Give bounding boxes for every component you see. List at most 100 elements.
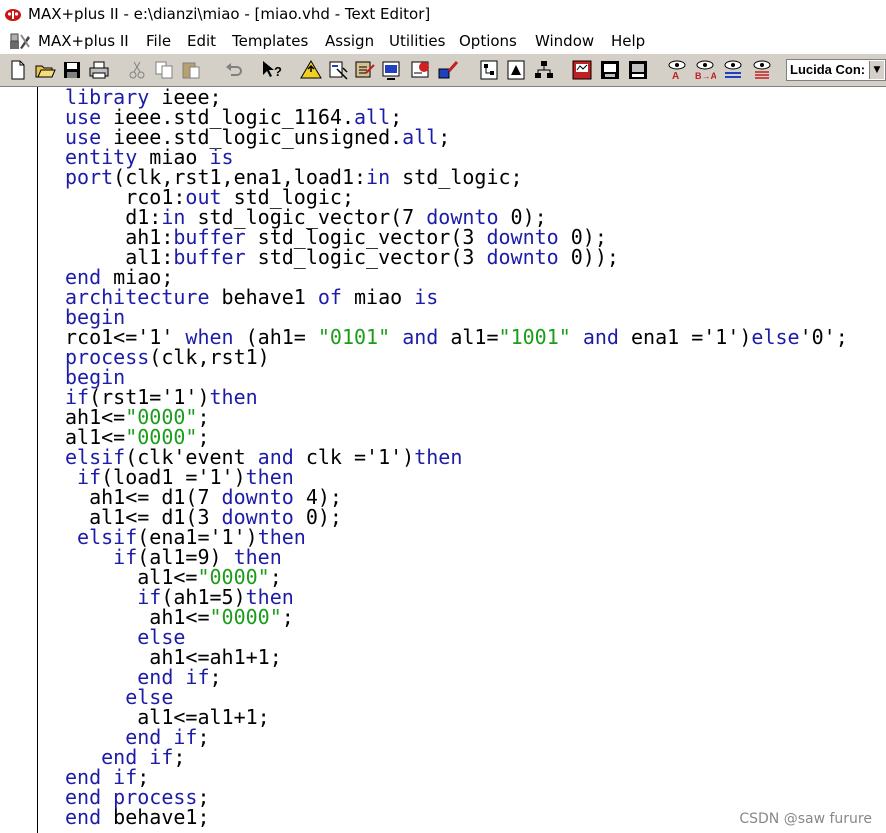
code-text: std_logic_vector(3 bbox=[245, 245, 487, 269]
code-line[interactable]: if(al1=9) then bbox=[65, 547, 282, 567]
menu-bar: MAX+plus II File Edit Templates Assign U… bbox=[0, 29, 886, 53]
code-line[interactable]: elsif(ena1='1')then bbox=[65, 527, 306, 547]
code-keyword: if bbox=[185, 665, 210, 689]
code-line[interactable]: al1<= d1(3 downto 0); bbox=[65, 507, 342, 527]
menu-help[interactable]: Help bbox=[611, 32, 645, 50]
menu-templates[interactable]: Templates bbox=[232, 32, 308, 50]
code-line[interactable]: process(clk,rst1) bbox=[65, 347, 270, 367]
editor-margin bbox=[0, 87, 38, 833]
timing-analyzer-icon[interactable] bbox=[599, 59, 621, 81]
code-line[interactable]: rco1:out std_logic; bbox=[65, 187, 354, 207]
save-simulate-icon[interactable] bbox=[410, 59, 432, 81]
code-line[interactable]: port(clk,rst1,ena1,load1:in std_logic; bbox=[65, 167, 523, 187]
code-line[interactable]: entity miao is bbox=[65, 147, 234, 167]
code-line[interactable]: al1:buffer std_logic_vector(3 downto 0))… bbox=[65, 247, 619, 267]
code-line[interactable]: else bbox=[65, 627, 185, 647]
maxplus-app-icon bbox=[4, 7, 22, 21]
context-help-icon[interactable]: ? bbox=[261, 59, 283, 81]
font-select[interactable]: Lucida Con: ▼ bbox=[786, 59, 886, 81]
code-line[interactable]: use ieee.std_logic_1164.all; bbox=[65, 107, 402, 127]
code-line[interactable]: d1:in std_logic_vector(7 downto 0); bbox=[65, 207, 546, 227]
code-line[interactable]: ah1<="0000"; bbox=[65, 407, 210, 427]
code-line[interactable]: end behave1; bbox=[65, 807, 210, 827]
find-node-icon[interactable] bbox=[722, 59, 744, 81]
code-line[interactable]: end if; bbox=[65, 747, 185, 767]
code-line[interactable]: if(load1 ='1')then bbox=[65, 467, 294, 487]
hierarchy-up-icon[interactable] bbox=[300, 59, 322, 81]
find-replace-icon[interactable]: B→A bbox=[694, 59, 716, 81]
code-text: ; bbox=[173, 745, 186, 769]
menu-maxplus[interactable]: MAX+plus II bbox=[38, 32, 129, 50]
menu-file[interactable]: File bbox=[146, 32, 171, 50]
paste-icon[interactable] bbox=[180, 59, 202, 81]
system-menu-icon[interactable] bbox=[8, 32, 32, 50]
new-file-icon[interactable] bbox=[7, 59, 29, 81]
code-keyword: end bbox=[65, 805, 102, 829]
text-editor[interactable]: library ieee; use ieee.std_logic_1164.all… bbox=[0, 87, 886, 833]
font-select-value: Lucida Con: bbox=[790, 62, 866, 77]
floorplan-icon[interactable] bbox=[505, 59, 527, 81]
code-keyword: of bbox=[317, 285, 342, 309]
find-text-icon[interactable]: A bbox=[666, 59, 688, 81]
code-line[interactable]: end if; bbox=[65, 727, 209, 747]
menu-edit[interactable]: Edit bbox=[187, 32, 216, 50]
simulator-icon[interactable] bbox=[571, 59, 593, 81]
find-error-icon[interactable] bbox=[751, 59, 773, 81]
code-line[interactable]: al1<=al1+1; bbox=[65, 707, 269, 727]
code-line[interactable]: else bbox=[65, 687, 173, 707]
title-bar: MAX+plus II - e:\dianzi\miao - [miao.vhd… bbox=[0, 0, 886, 29]
save-icon[interactable] bbox=[61, 59, 83, 81]
open-file-icon[interactable] bbox=[34, 59, 56, 81]
code-line[interactable]: begin bbox=[65, 367, 125, 387]
code-area[interactable]: library ieee; use ieee.std_logic_1164.all… bbox=[38, 87, 886, 833]
code-line[interactable]: if(rst1='1')then bbox=[65, 387, 258, 407]
code-keyword: then bbox=[414, 445, 463, 469]
code-line[interactable]: ah1:buffer std_logic_vector(3 downto 0); bbox=[65, 227, 607, 247]
menu-assign[interactable]: Assign bbox=[325, 32, 374, 50]
menu-options[interactable]: Options bbox=[459, 32, 517, 50]
code-line[interactable]: if(ah1=5)then bbox=[65, 587, 294, 607]
print-icon[interactable] bbox=[88, 59, 110, 81]
code-line[interactable]: end process; bbox=[65, 787, 210, 807]
code-line[interactable]: al1<="0000"; bbox=[65, 567, 282, 587]
code-keyword: else bbox=[751, 325, 800, 349]
code-line[interactable]: al1<="0000"; bbox=[65, 427, 210, 447]
menu-window[interactable]: Window bbox=[535, 32, 594, 50]
code-string: "0000" bbox=[209, 605, 282, 629]
code-line[interactable]: end if; bbox=[65, 665, 221, 689]
code-text: '0'; bbox=[799, 325, 848, 349]
code-keyword: in bbox=[366, 165, 391, 189]
code-line[interactable]: ah1<= d1(7 downto 4); bbox=[65, 487, 342, 507]
code-line[interactable]: use ieee.std_logic_unsigned.all; bbox=[65, 127, 450, 147]
code-line[interactable]: end miao; bbox=[65, 267, 173, 287]
code-text: std_logic; bbox=[390, 165, 523, 189]
start-compile-icon[interactable] bbox=[437, 59, 459, 81]
menu-utilities[interactable]: Utilities bbox=[389, 32, 445, 50]
save-check-icon[interactable] bbox=[354, 59, 376, 81]
code-line[interactable]: ah1<="0000"; bbox=[65, 607, 294, 627]
code-line[interactable]: architecture behave1 of miao is bbox=[65, 287, 438, 307]
compiler-icon[interactable] bbox=[533, 59, 555, 81]
cut-icon[interactable] bbox=[126, 59, 148, 81]
hierarchy-display-icon[interactable] bbox=[478, 59, 500, 81]
code-line[interactable]: library ieee; bbox=[65, 87, 222, 107]
copy-icon[interactable] bbox=[153, 59, 175, 81]
svg-text:B→A: B→A bbox=[695, 71, 716, 81]
code-keyword: is bbox=[414, 285, 439, 309]
chevron-down-icon[interactable]: ▼ bbox=[869, 61, 884, 79]
code-text: behave1; bbox=[101, 805, 210, 829]
code-line[interactable]: end if; bbox=[65, 767, 149, 787]
undo-icon[interactable] bbox=[223, 59, 245, 81]
open-project-icon[interactable] bbox=[327, 59, 349, 81]
code-line[interactable]: ah1<=ah1+1; bbox=[65, 647, 281, 667]
code-text: clk ='1') bbox=[293, 445, 415, 469]
code-line[interactable]: begin bbox=[65, 307, 125, 327]
code-keyword: if bbox=[149, 745, 174, 769]
programmer-icon[interactable] bbox=[627, 59, 649, 81]
save-compile-icon[interactable] bbox=[381, 59, 403, 81]
code-line[interactable]: rco1<='1' when (ah1= "0101" and al1="100… bbox=[65, 327, 848, 347]
code-line[interactable]: elsif(clk'event and clk ='1')then bbox=[65, 447, 462, 467]
